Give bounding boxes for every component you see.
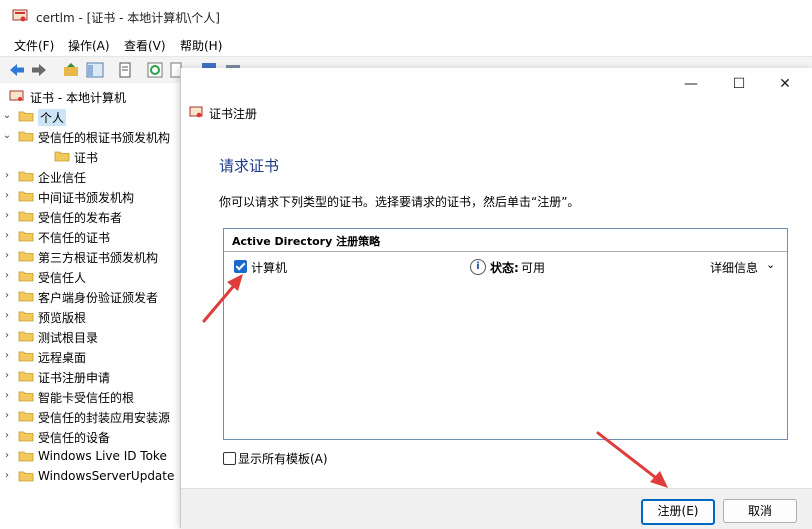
tree-item-label: 企业信任 bbox=[38, 171, 87, 185]
window-title: certlm - [证书 - 本地计算机\个人] bbox=[36, 11, 220, 25]
info-icon: i bbox=[470, 259, 486, 275]
tree-item-label: 受信任的封装应用安装源 bbox=[38, 411, 171, 425]
status-label: 状态: bbox=[490, 261, 519, 275]
folder-icon bbox=[18, 271, 34, 282]
menu-action[interactable]: 操作(A) bbox=[68, 37, 110, 54]
certificate-app-icon bbox=[12, 9, 28, 22]
maximize-button[interactable]: ☐ bbox=[719, 72, 759, 96]
tree-item-label: 中间证书颁发机构 bbox=[38, 191, 135, 205]
folder-icon bbox=[18, 411, 34, 422]
minimize-icon: — bbox=[684, 76, 698, 92]
folder-icon bbox=[18, 291, 34, 302]
tree-item-label: 第三方根证书颁发机构 bbox=[38, 251, 159, 265]
folder-icon bbox=[18, 371, 34, 382]
properties-icon[interactable] bbox=[116, 61, 134, 79]
tree-item-label: 受信任的根证书颁发机构 bbox=[38, 131, 171, 145]
dialog-title: 证书注册 bbox=[209, 107, 258, 121]
folder-icon bbox=[18, 391, 34, 402]
folder-icon bbox=[54, 151, 70, 162]
folder-icon bbox=[18, 471, 34, 482]
chevron-right-icon[interactable]: › bbox=[2, 310, 12, 322]
certificate-store-icon bbox=[9, 90, 24, 101]
folder-icon bbox=[18, 251, 34, 262]
refresh-icon[interactable] bbox=[146, 61, 164, 79]
minimize-button[interactable]: — bbox=[671, 72, 711, 96]
tree-item-label: 远程桌面 bbox=[38, 351, 87, 365]
page-heading: 请求证书 bbox=[219, 157, 280, 175]
chevron-right-icon[interactable]: › bbox=[2, 170, 12, 182]
chevron-right-icon[interactable]: › bbox=[2, 270, 12, 282]
policy-header-label: Active Directory 注册策略 bbox=[232, 235, 381, 248]
back-arrow-icon[interactable] bbox=[8, 61, 26, 79]
instruction-text: 你可以请求下列类型的证书。选择要请求的证书，然后单击“注册”。 bbox=[219, 195, 580, 209]
close-button[interactable]: ✕ bbox=[765, 72, 805, 96]
tree-item-label: 受信任的发布者 bbox=[38, 211, 123, 225]
chevron-right-icon[interactable]: › bbox=[2, 230, 12, 242]
show-all-templates-checkbox[interactable] bbox=[223, 452, 236, 465]
tree-item-label: 智能卡受信任的根 bbox=[38, 391, 135, 405]
certificate-tree: 证书 - 本地计算机 ⌄ 个人 ⌄ 受信任的根证书颁发机构证书 › 企业信任 › 中间证书颁发… bbox=[0, 83, 180, 528]
tree-item-label: 证书注册申请 bbox=[38, 371, 111, 385]
chevron-right-icon[interactable]: › bbox=[2, 210, 12, 222]
forward-arrow-icon[interactable] bbox=[30, 61, 48, 79]
status-value: 可用 bbox=[521, 261, 546, 275]
details-toggle[interactable]: 详细信息 bbox=[710, 259, 758, 276]
chevron-right-icon[interactable]: › bbox=[2, 390, 12, 402]
chevron-right-icon[interactable]: › bbox=[2, 250, 12, 262]
chevron-right-icon[interactable]: › bbox=[2, 450, 12, 462]
folder-icon bbox=[18, 111, 34, 122]
tree-item-label: Windows Live ID Toke bbox=[38, 449, 167, 463]
show-all-templates-label[interactable]: 显示所有模板(A) bbox=[238, 450, 328, 467]
folder-icon bbox=[18, 451, 34, 462]
folder-icon bbox=[18, 211, 34, 222]
maximize-icon: ☐ bbox=[732, 76, 746, 92]
folder-icon bbox=[18, 331, 34, 342]
computer-template-label[interactable]: 计算机 bbox=[251, 259, 287, 276]
tree-item-label: 不信任的证书 bbox=[38, 231, 111, 245]
enroll-button[interactable]: 注册(E) bbox=[641, 499, 715, 525]
chevron-right-icon[interactable]: › bbox=[2, 470, 12, 482]
folder-icon bbox=[18, 311, 34, 322]
dialog-footer: 注册(E) 取消 bbox=[181, 488, 812, 529]
cancel-button[interactable]: 取消 bbox=[723, 499, 797, 523]
close-icon: ✕ bbox=[779, 76, 791, 92]
chevron-right-icon[interactable]: › bbox=[2, 190, 12, 202]
tree-root-label: 证书 - 本地计算机 bbox=[30, 91, 126, 105]
tree-item-label: 客户端身份验证颁发者 bbox=[38, 291, 159, 305]
tree-item-label: 测试根目录 bbox=[38, 331, 99, 345]
folder-icon bbox=[18, 231, 34, 242]
tree-item-label: 受信任的设备 bbox=[38, 431, 111, 445]
chevron-right-icon[interactable]: › bbox=[2, 430, 12, 442]
tree-item-label: 证书 bbox=[74, 151, 99, 165]
chevron-down-icon[interactable]: ⌄ bbox=[2, 130, 12, 142]
certificate-enroll-icon bbox=[189, 106, 203, 118]
folder-icon bbox=[18, 131, 34, 142]
folder-icon bbox=[18, 171, 34, 182]
tree-item-label: 预览版根 bbox=[38, 311, 87, 325]
folder-icon bbox=[18, 351, 34, 362]
menu-help[interactable]: 帮助(H) bbox=[180, 37, 222, 54]
policy-header: Active Directory 注册策略 bbox=[224, 229, 787, 252]
menu-file[interactable]: 文件(F) bbox=[14, 37, 54, 54]
chevron-right-icon[interactable]: › bbox=[2, 290, 12, 302]
tree-item-label: 受信任人 bbox=[38, 271, 87, 285]
chevron-right-icon[interactable]: › bbox=[2, 370, 12, 382]
chevron-down-icon[interactable]: ⌄ bbox=[2, 110, 12, 122]
menu-bar: 文件(F) 操作(A) 查看(V) 帮助(H) bbox=[0, 34, 812, 56]
enrollment-policy-list: Active Directory 注册策略 计算机 i 状态: 可用 详细信息 … bbox=[223, 228, 788, 440]
chevron-down-icon[interactable]: ⌄ bbox=[766, 258, 775, 271]
chevron-right-icon[interactable]: › bbox=[2, 330, 12, 342]
tree-item-label: 个人 bbox=[38, 109, 67, 126]
computer-template-checkbox[interactable] bbox=[234, 260, 247, 273]
up-folder-icon[interactable] bbox=[62, 61, 80, 79]
folder-icon bbox=[18, 191, 34, 202]
show-tree-icon[interactable] bbox=[86, 61, 104, 79]
certificate-enrollment-dialog: — ☐ ✕ 证书注册 请求证书 你可以请求下列类型的证书。选择要请求的证书，然后… bbox=[180, 68, 812, 529]
chevron-right-icon[interactable]: › bbox=[2, 350, 12, 362]
folder-icon bbox=[18, 431, 34, 442]
main-title-bar: certlm - [证书 - 本地计算机\个人] bbox=[0, 0, 812, 34]
menu-view[interactable]: 查看(V) bbox=[124, 37, 166, 54]
chevron-right-icon[interactable]: › bbox=[2, 410, 12, 422]
tree-item-label: WindowsServerUpdate bbox=[38, 469, 175, 483]
